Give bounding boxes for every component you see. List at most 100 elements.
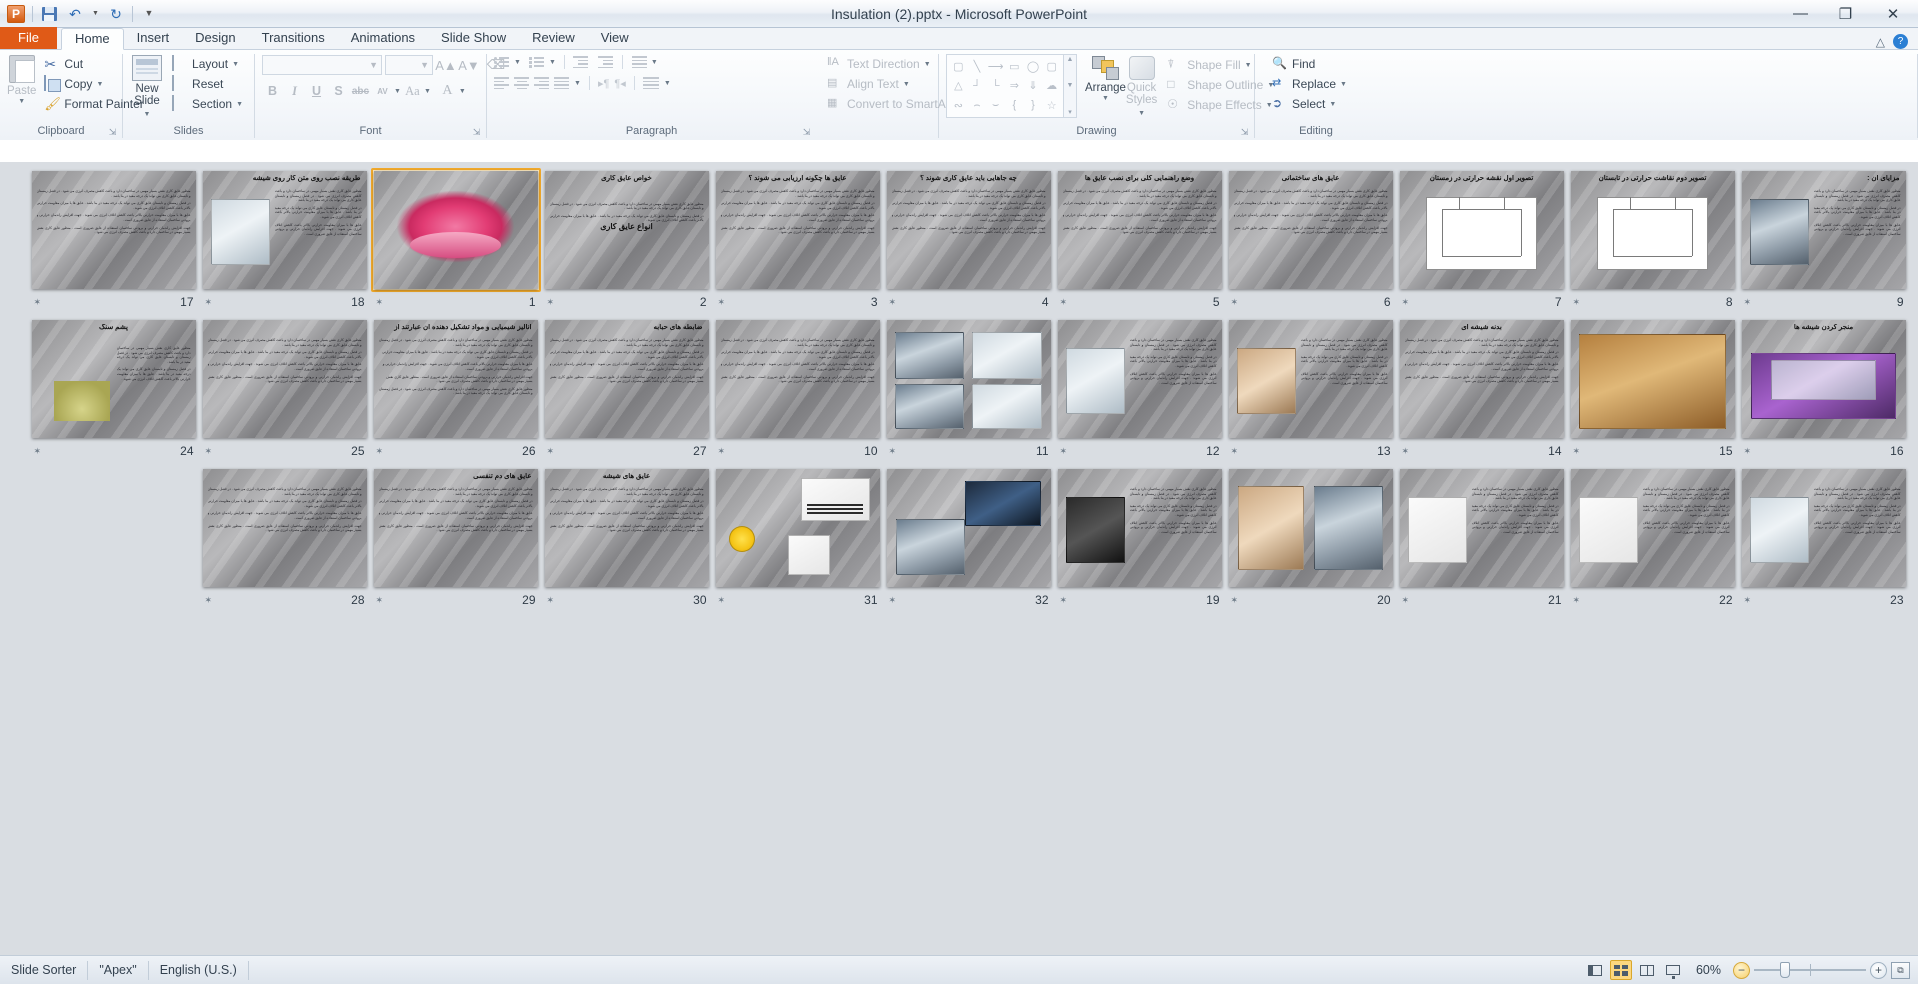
- slide-preview[interactable]: عایق های شیشه منظور عایق کاری نقش بسیار م…: [544, 469, 709, 587]
- slide-cell[interactable]: ضابطه های حبابه منظور عایق کاری نقش بسیار…: [541, 317, 712, 463]
- font-size-combo[interactable]: ▼: [385, 55, 433, 75]
- animation-indicator-icon[interactable]: ✶: [1744, 297, 1751, 307]
- increase-indent-icon[interactable]: [597, 56, 613, 68]
- slide-cell[interactable]: منظور عایق کاری نقش بسیار مهمی در ساختما…: [712, 317, 883, 463]
- slide-cell[interactable]: منظور عایق کاری نقش بسیار مهمی در ساختما…: [1054, 317, 1225, 463]
- chevron-down-icon[interactable]: ▼: [394, 88, 401, 95]
- bullets-icon[interactable]: [494, 56, 510, 68]
- underline-button[interactable]: U: [306, 81, 327, 101]
- slide-preview[interactable]: مزایای آن : منظور عایق کاری نقش بسیار مهم…: [1741, 171, 1906, 289]
- shape-arc-icon[interactable]: ⌣: [986, 96, 1005, 115]
- tab-insert[interactable]: Insert: [124, 27, 183, 49]
- chevron-down-icon[interactable]: ▼: [144, 111, 151, 118]
- font-color-button[interactable]: A: [437, 81, 458, 101]
- tab-home[interactable]: Home: [60, 28, 124, 50]
- animation-indicator-icon[interactable]: ✶: [205, 595, 212, 605]
- chevron-down-icon[interactable]: ▼: [96, 81, 103, 88]
- slide-preview[interactable]: [715, 469, 880, 587]
- tab-slide-show[interactable]: Slide Show: [428, 27, 519, 49]
- align-right-icon[interactable]: [534, 77, 549, 89]
- chevron-down-icon[interactable]: ▼: [232, 61, 239, 68]
- ltr-text-direction-icon[interactable]: ▸¶: [598, 77, 609, 90]
- slide-thumbnail[interactable]: پشم سنگ منظور عایق کاری نقش بسیار مهمی در…: [29, 317, 199, 441]
- slide-preview[interactable]: منظور عایق کاری نقش بسیار مهمی در ساختما…: [202, 469, 367, 587]
- animation-indicator-icon[interactable]: ✶: [1402, 595, 1409, 605]
- animation-indicator-icon[interactable]: ✶: [205, 446, 212, 456]
- slide-preview[interactable]: [1228, 469, 1393, 587]
- slide-cell[interactable]: خواص عایق کاری منظور عایق کاری نقش بسیار …: [541, 168, 712, 314]
- slide-cell[interactable]: طریقه نصب روی متن کار روی شیشه منظور عایق…: [199, 168, 370, 314]
- slide-cell[interactable]: منظور عایق کاری نقش بسیار مهمی در ساختما…: [1567, 466, 1738, 612]
- quick-access-toolbar[interactable]: P ↶ ▼ ↻ ▼: [0, 0, 159, 27]
- animation-indicator-icon[interactable]: ✶: [1231, 595, 1238, 605]
- view-reading-button[interactable]: [1636, 960, 1658, 980]
- tab-transitions[interactable]: Transitions: [249, 27, 338, 49]
- powerpoint-logo-icon[interactable]: P: [6, 4, 26, 24]
- animation-indicator-icon[interactable]: ✶: [1573, 297, 1580, 307]
- chevron-down-icon[interactable]: ▼: [574, 80, 581, 87]
- shape-elbow-connector-icon[interactable]: ┘: [968, 76, 987, 95]
- chevron-down-icon[interactable]: ▼: [664, 80, 671, 87]
- slide-thumbnail[interactable]: منظور عایق کاری نقش بسیار مهمی در ساختما…: [1739, 466, 1909, 590]
- slide-cell[interactable]: منظور عایق کاری نقش بسیار مهمی در ساختما…: [199, 466, 370, 612]
- chevron-down-icon[interactable]: ▼: [1138, 110, 1145, 117]
- animation-indicator-icon[interactable]: ✶: [1402, 446, 1409, 456]
- slide-thumbnail[interactable]: منظور عایق کاری نقش بسیار مهمی در ساختما…: [1055, 317, 1225, 441]
- status-view-name[interactable]: Slide Sorter: [0, 960, 89, 980]
- slide-cell[interactable]: ✶ 1: [370, 168, 541, 314]
- slide-cell[interactable]: ✶ 31: [712, 466, 883, 612]
- character-spacing-button[interactable]: AV: [372, 81, 393, 101]
- ribbon[interactable]: Paste ▼ ✂ Cut Copy ▼ 🖌 Format Painter Cl…: [0, 50, 1918, 140]
- paragraph-dialog-launcher-icon[interactable]: ⇲: [802, 126, 811, 137]
- font-dialog-launcher-icon[interactable]: ⇲: [472, 126, 481, 137]
- zoom-slider[interactable]: [1754, 962, 1866, 979]
- view-slide-sorter-button[interactable]: [1609, 960, 1632, 980]
- shapes-more-icon[interactable]: ▾: [1068, 108, 1072, 116]
- tab-design[interactable]: Design: [182, 27, 248, 49]
- shapes-gallery[interactable]: ▢ ╲ ⟶ ▭ ◯ ▢ △ ┘ └ ⇒ ⇓ ☁ ∾ ⌢ ⌣ { } ☆: [946, 54, 1064, 118]
- slide-thumbnail[interactable]: [1226, 466, 1396, 590]
- animation-indicator-icon[interactable]: ✶: [1231, 446, 1238, 456]
- view-normal-button[interactable]: [1584, 960, 1606, 980]
- tab-file[interactable]: File: [0, 27, 57, 49]
- slide-preview[interactable]: منجر کردن شیشه ها: [1741, 320, 1906, 438]
- animation-indicator-icon[interactable]: ✶: [1573, 595, 1580, 605]
- chevron-down-icon[interactable]: ▼: [1340, 81, 1347, 88]
- close-button[interactable]: ✕: [1868, 0, 1918, 27]
- slide-thumbnail[interactable]: تصویر دوم نقاشت حرارتی در تابستان: [1568, 168, 1738, 292]
- slide-cell[interactable]: ✶ 11: [883, 317, 1054, 463]
- text-shadow-button[interactable]: S: [328, 81, 349, 101]
- save-icon[interactable]: [39, 4, 59, 24]
- zoom-slider-knob[interactable]: [1780, 962, 1790, 978]
- animation-indicator-icon[interactable]: ✶: [718, 297, 725, 307]
- chevron-down-icon[interactable]: ▼: [549, 59, 556, 66]
- slide-thumbnail[interactable]: عایق های ساختمانی منظور عایق کاری نقش بسی…: [1226, 168, 1396, 292]
- slide-thumbnail[interactable]: [713, 466, 883, 590]
- slide-cell[interactable]: آنالیز شیمیایی و مواد تشکیل دهنده آن عبا…: [370, 317, 541, 463]
- slide-cell[interactable]: عایق های دم تنفسی منظور عایق کاری نقش بسی…: [370, 466, 541, 612]
- slide-preview[interactable]: منظور عایق کاری نقش بسیار مهمی در ساختما…: [1057, 469, 1222, 587]
- replace-button[interactable]: ⇄ Replace ▼: [1268, 74, 1351, 94]
- undo-icon[interactable]: ↶: [65, 4, 85, 24]
- slide-preview[interactable]: [886, 469, 1051, 587]
- tab-review[interactable]: Review: [519, 27, 588, 49]
- slide-preview[interactable]: منظور عایق کاری نقش بسیار مهمی در ساختما…: [1570, 469, 1735, 587]
- minimize-button[interactable]: —: [1778, 0, 1823, 27]
- shape-text-box-icon[interactable]: ▢: [949, 57, 968, 76]
- slide-thumbnail[interactable]: منظور عایق کاری نقش بسیار مهمی در ساختما…: [200, 317, 370, 441]
- decrease-indent-icon[interactable]: [572, 56, 588, 68]
- slide-preview[interactable]: منظور عایق کاری نقش بسیار مهمی در ساختما…: [715, 320, 880, 438]
- animation-indicator-icon[interactable]: ✶: [1060, 446, 1067, 456]
- animation-indicator-icon[interactable]: ✶: [889, 446, 896, 456]
- shape-curve-icon[interactable]: ⌢: [968, 96, 987, 115]
- shape-arrow-icon[interactable]: ⟶: [986, 57, 1005, 76]
- slide-preview[interactable]: [1570, 320, 1735, 438]
- tab-animations[interactable]: Animations: [338, 27, 428, 49]
- animation-indicator-icon[interactable]: ✶: [718, 595, 725, 605]
- slide-preview[interactable]: عایق ها چگونه ارزیابی می شوند ؟ منظور عای…: [715, 171, 880, 289]
- slide-thumbnail[interactable]: عایق های دم تنفسی منظور عایق کاری نقش بسی…: [371, 466, 541, 590]
- scroll-up-icon[interactable]: ▲: [1067, 56, 1074, 63]
- grow-font-button[interactable]: A▲: [435, 55, 457, 75]
- layout-button[interactable]: Layout ▼: [168, 54, 247, 74]
- ribbon-tab-strip[interactable]: File Home Insert Design Transitions Anim…: [0, 27, 1918, 50]
